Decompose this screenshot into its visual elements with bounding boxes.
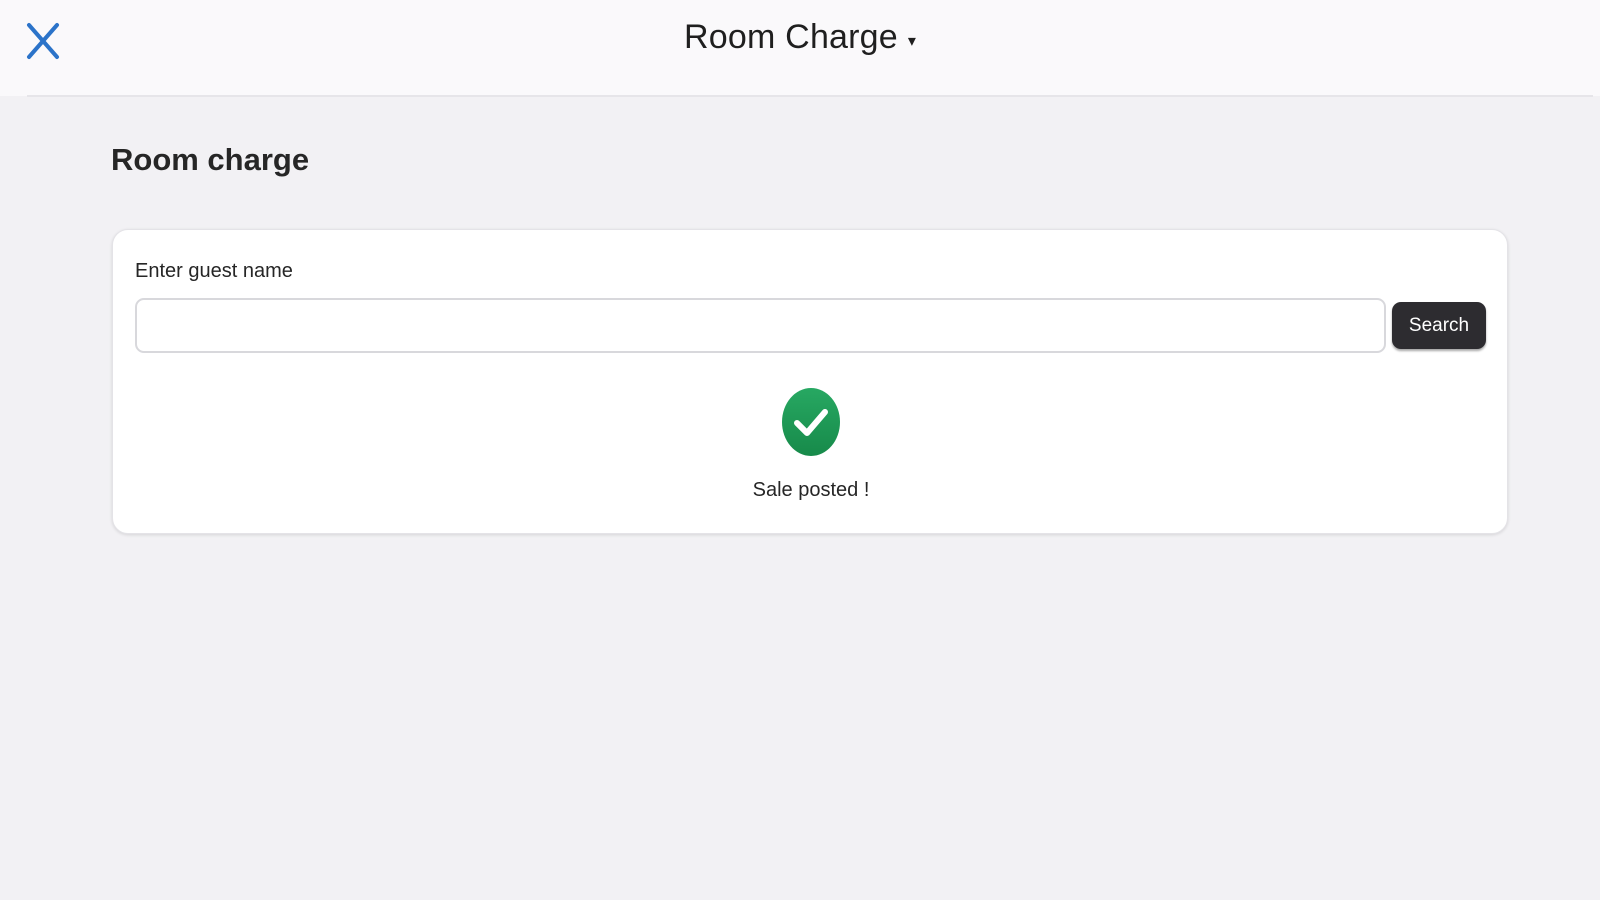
status-message: Sale posted ! — [752, 479, 870, 501]
section-heading: Room charge — [111, 142, 310, 177]
check-circle-icon — [782, 388, 840, 456]
guest-name-input[interactable] — [135, 298, 1386, 353]
guest-name-label: Enter guest name — [135, 260, 293, 282]
search-button[interactable]: Search — [1392, 302, 1486, 349]
page-title: Room Charge — [684, 18, 898, 56]
room-charge-card: Enter guest name Search Sale posted ! — [112, 229, 1508, 534]
title-dropdown-inner: Room Charge ▾ — [684, 18, 916, 57]
top-bar: Room Charge ▾ — [0, 0, 1600, 96]
title-dropdown[interactable]: Room Charge ▾ — [0, 18, 1600, 57]
chevron-down-icon: ▾ — [907, 32, 916, 50]
header-divider — [27, 95, 1593, 97]
